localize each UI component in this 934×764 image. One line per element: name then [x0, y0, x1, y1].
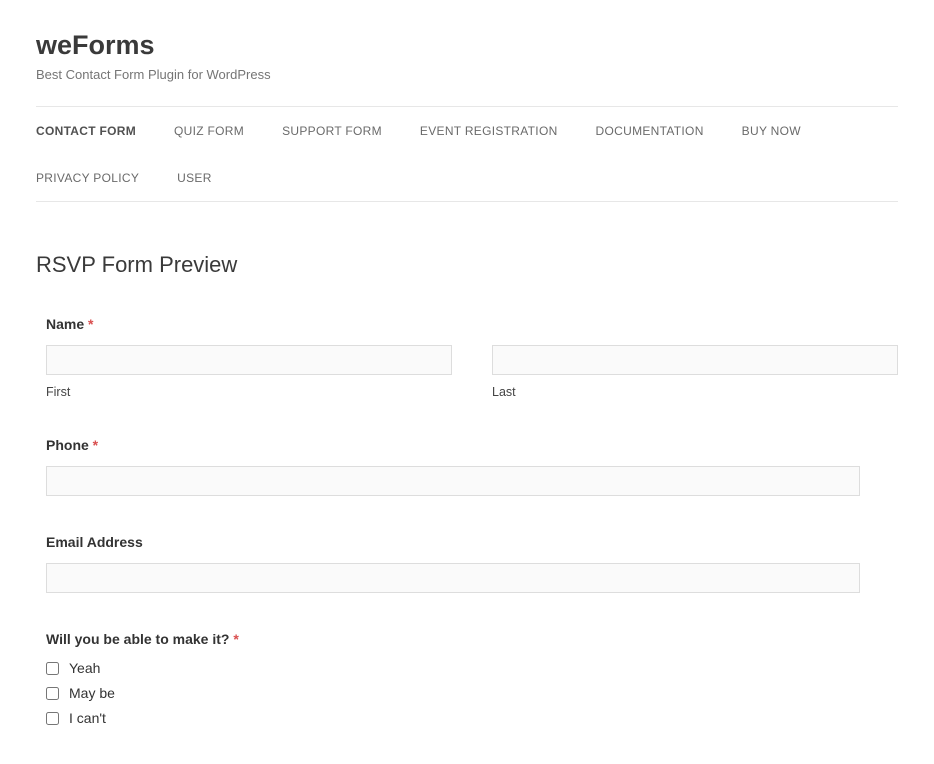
required-mark: *: [233, 631, 238, 647]
first-name-input[interactable]: [46, 345, 452, 375]
attend-label-text: Will you be able to make it?: [46, 631, 229, 647]
email-label: Email Address: [46, 534, 898, 550]
nav-contact-form[interactable]: CONTACT FORM: [36, 124, 136, 138]
attend-checkbox-cant[interactable]: [46, 712, 59, 725]
attend-option-yeah[interactable]: Yeah: [46, 660, 898, 676]
email-group: Email Address: [46, 534, 898, 593]
phone-label: Phone *: [46, 437, 898, 453]
site-title: weForms: [36, 30, 898, 61]
attend-checkbox-maybe[interactable]: [46, 687, 59, 700]
name-label-text: Name: [46, 316, 84, 332]
first-name-sublabel: First: [46, 385, 452, 399]
phone-group: Phone *: [46, 437, 898, 496]
attend-checkbox-yeah[interactable]: [46, 662, 59, 675]
required-mark: *: [93, 437, 98, 453]
rsvp-form: Name * First Last Phone * Em: [46, 316, 898, 726]
page-title: RSVP Form Preview: [36, 252, 898, 278]
required-mark: *: [88, 316, 93, 332]
attend-option-label: I can't: [69, 710, 106, 726]
site-tagline: Best Contact Form Plugin for WordPress: [36, 67, 898, 82]
last-name-input[interactable]: [492, 345, 898, 375]
name-group: Name * First Last: [46, 316, 898, 399]
phone-input[interactable]: [46, 466, 860, 496]
attend-option-maybe[interactable]: May be: [46, 685, 898, 701]
attend-option-label: May be: [69, 685, 115, 701]
nav-user[interactable]: USER: [177, 171, 212, 185]
attend-group: Will you be able to make it? * Yeah May …: [46, 631, 898, 726]
phone-label-text: Phone: [46, 437, 89, 453]
last-name-sublabel: Last: [492, 385, 898, 399]
nav-buy-now[interactable]: BUY NOW: [742, 124, 801, 138]
attend-option-cant[interactable]: I can't: [46, 710, 898, 726]
nav-event-registration[interactable]: EVENT REGISTRATION: [420, 124, 558, 138]
nav-documentation[interactable]: DOCUMENTATION: [596, 124, 704, 138]
email-input[interactable]: [46, 563, 860, 593]
attend-label: Will you be able to make it? *: [46, 631, 898, 647]
name-label: Name *: [46, 316, 898, 332]
attend-option-label: Yeah: [69, 660, 100, 676]
main-nav: CONTACT FORM QUIZ FORM SUPPORT FORM EVEN…: [36, 106, 898, 202]
nav-support-form[interactable]: SUPPORT FORM: [282, 124, 382, 138]
nav-quiz-form[interactable]: QUIZ FORM: [174, 124, 244, 138]
nav-privacy-policy[interactable]: PRIVACY POLICY: [36, 171, 139, 185]
